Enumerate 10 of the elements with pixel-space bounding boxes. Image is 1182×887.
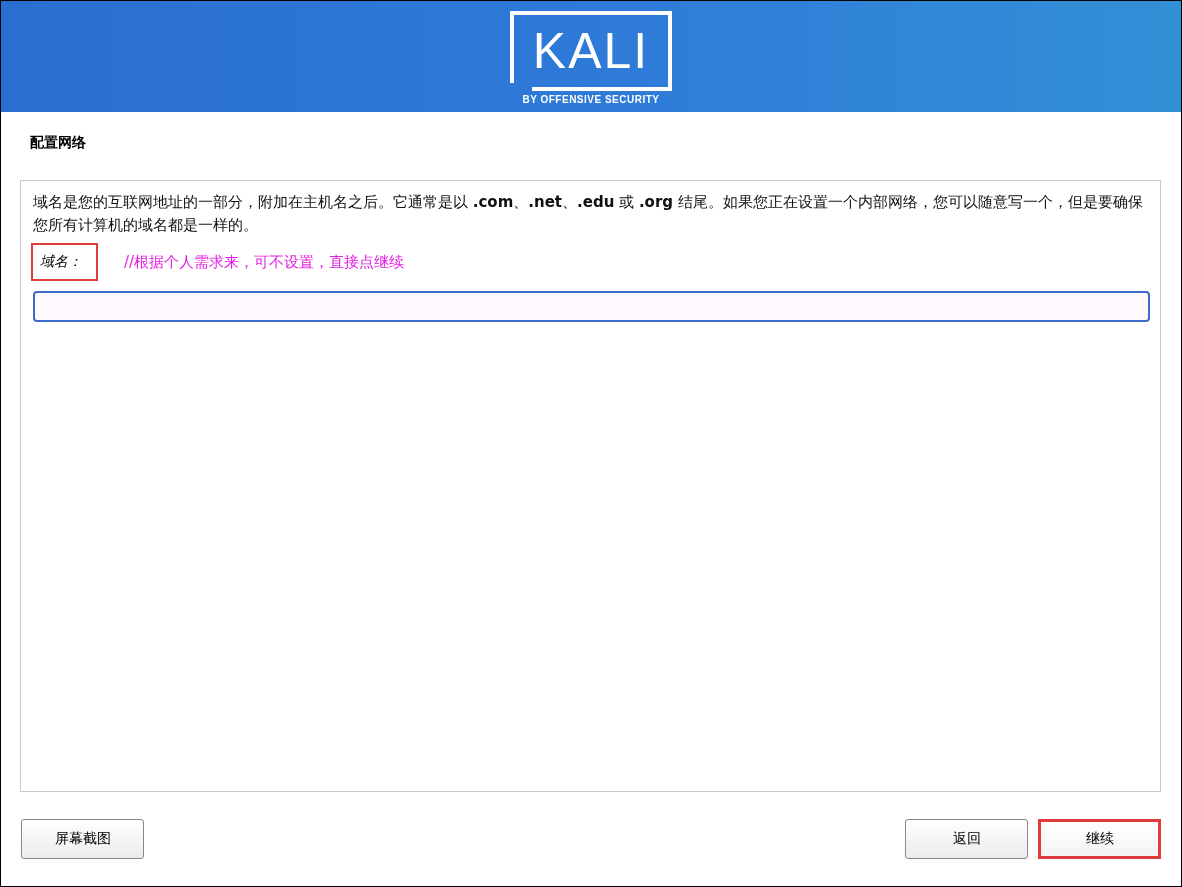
tagline: BY OFFENSIVE SECURITY [522, 94, 660, 105]
screenshot-button[interactable]: 屏幕截图 [21, 819, 144, 859]
logo-text: KALI [532, 22, 650, 80]
domain-input-field[interactable] [33, 291, 1150, 322]
nav-button[interactable]: 继续 [1038, 819, 1161, 859]
description-text: 域名是您的互联网地址的一部分，附加在主机名之后。它通常是以 .com、.net、.edu 或 .org 结尾。如果您正在设置一个内部网络，您可以随意写一个，但是要确保您所有计算机的域名都是一样的。 [33, 192, 1144, 236]
page-title: 配置网络 [30, 134, 87, 152]
field-label: 域名： [31, 243, 98, 281]
annotation-text: //根据个人需求来，可不设置，直接点继续 [124, 252, 405, 272]
nav-button[interactable]: 返回 [905, 819, 1028, 859]
